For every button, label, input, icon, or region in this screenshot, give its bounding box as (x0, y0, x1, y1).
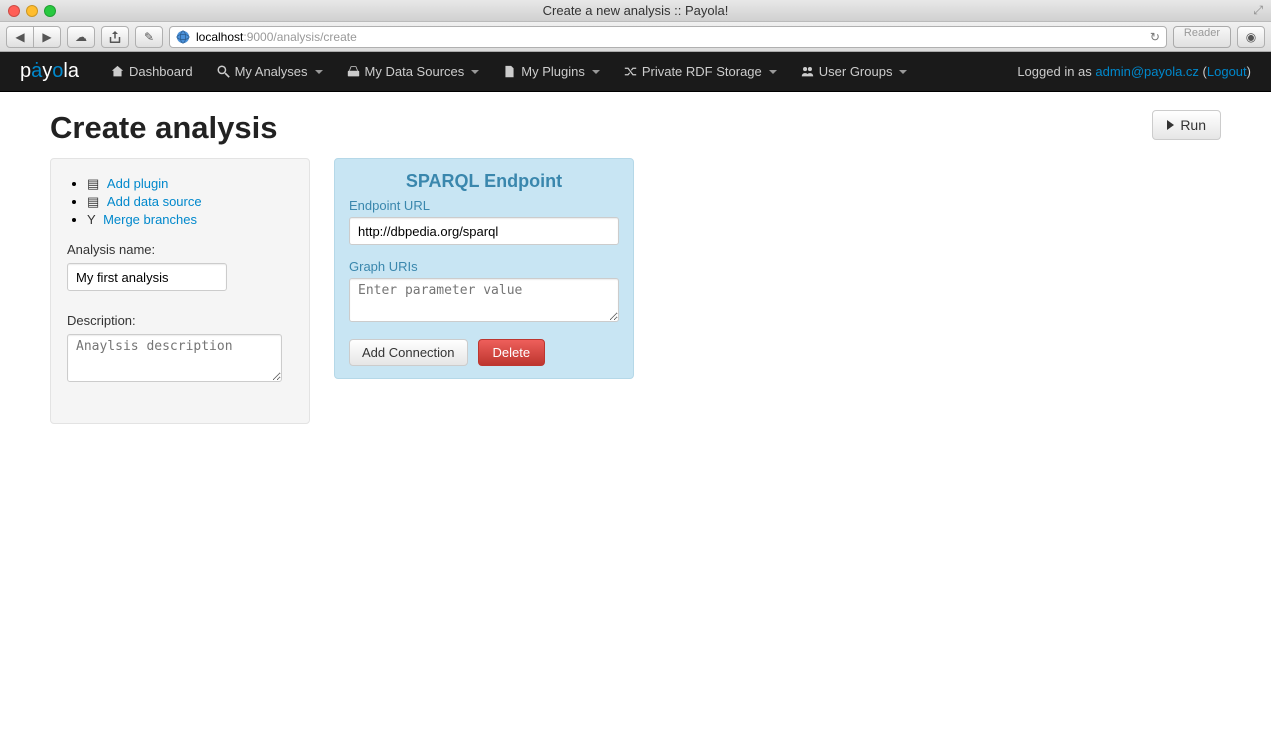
downloads-button[interactable]: ◉ (1237, 26, 1265, 48)
endpoint-url-input[interactable] (349, 217, 619, 245)
plugin-panel: SPARQL Endpoint Endpoint URL Graph URIs … (334, 158, 634, 379)
site-globe-icon (176, 30, 190, 44)
nav-dashboard[interactable]: Dashboard (99, 54, 205, 89)
url-bar[interactable]: localhost:9000/analysis/create ↻ (169, 26, 1167, 48)
window-title: Create a new analysis :: Payola! (0, 3, 1271, 18)
window-titlebar: Create a new analysis :: Payola! ⤢ (0, 0, 1271, 22)
forward-button[interactable]: ▶ (33, 26, 61, 48)
autofill-button[interactable]: ✎ (135, 26, 163, 48)
browser-toolbar: ◀ ▶ ☁ ✎ localhost:9000/analysis/create ↻… (0, 22, 1271, 52)
sidebar-action-add-data-source[interactable]: ▤ Add data source (87, 193, 293, 211)
nav-my-plugins[interactable]: My Plugins (491, 54, 612, 89)
add-plugin-link[interactable]: Add plugin (107, 176, 168, 191)
file-icon (503, 65, 516, 78)
analysis-name-input[interactable] (67, 263, 227, 291)
back-button[interactable]: ◀ (6, 26, 34, 48)
glass-icon: Y (87, 212, 95, 227)
analysis-name-label: Analysis name: (67, 242, 293, 257)
endpoint-url-label: Endpoint URL (349, 198, 619, 213)
nav-private-rdf-storage[interactable]: Private RDF Storage (612, 54, 789, 89)
random-icon (624, 65, 637, 78)
logout-link[interactable]: Logout (1207, 64, 1247, 79)
app-navbar: pȧyola Dashboard My Analyses My Data Sou… (0, 52, 1271, 92)
sidebar-action-add-plugin[interactable]: ▤ Add plugin (87, 175, 293, 193)
reload-icon[interactable]: ↻ (1150, 30, 1160, 44)
nav-my-analyses[interactable]: My Analyses (205, 54, 335, 89)
user-email-link[interactable]: admin@payola.cz (1095, 64, 1199, 79)
home-icon (111, 65, 124, 78)
sidebar-panel: ▤ Add plugin ▤ Add data source Y Merge b… (50, 158, 310, 424)
reader-button[interactable]: Reader (1173, 26, 1231, 48)
delete-button[interactable]: Delete (478, 339, 546, 366)
hdd-icon: ▤ (87, 176, 99, 191)
logo[interactable]: pȧyola (20, 60, 79, 83)
nav-my-data-sources[interactable]: My Data Sources (335, 54, 492, 89)
users-icon (801, 65, 814, 78)
merge-branches-link[interactable]: Merge branches (103, 212, 197, 227)
hdd-icon (347, 65, 360, 78)
user-info: Logged in as admin@payola.cz (Logout) (1017, 64, 1251, 79)
description-textarea[interactable] (67, 334, 282, 382)
icloud-button[interactable]: ☁ (67, 26, 95, 48)
plugin-title: SPARQL Endpoint (349, 171, 619, 192)
play-icon (1167, 120, 1174, 130)
page-title: Create analysis (50, 110, 277, 146)
share-button[interactable] (101, 26, 129, 48)
search-icon (217, 65, 230, 78)
description-label: Description: (67, 313, 293, 328)
graph-uris-textarea[interactable] (349, 278, 619, 322)
hdd-icon: ▤ (87, 194, 99, 209)
sidebar-action-merge-branches[interactable]: Y Merge branches (87, 211, 293, 228)
add-connection-button[interactable]: Add Connection (349, 339, 468, 366)
url-text: localhost:9000/analysis/create (196, 30, 357, 44)
graph-uris-label: Graph URIs (349, 259, 619, 274)
share-icon (109, 31, 121, 43)
run-button[interactable]: Run (1152, 110, 1221, 140)
add-data-source-link[interactable]: Add data source (107, 194, 202, 209)
nav-user-groups[interactable]: User Groups (789, 54, 920, 89)
